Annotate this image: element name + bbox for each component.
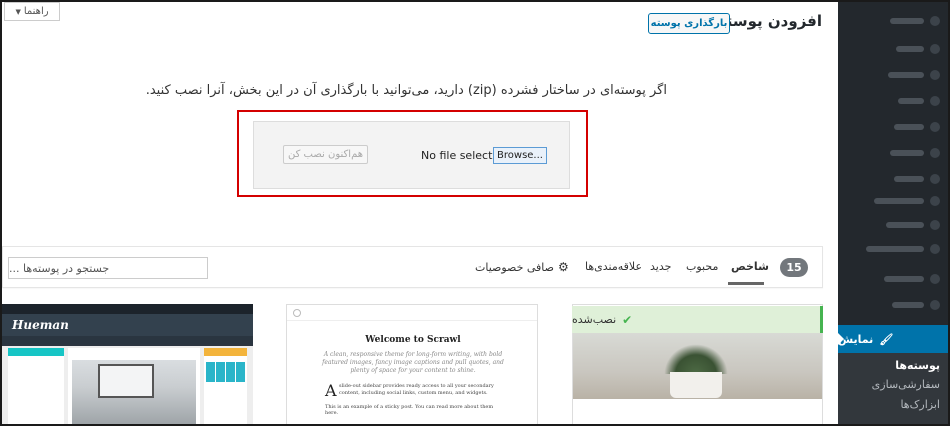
preview-teal-bar [8, 348, 64, 356]
tab-favorites[interactable]: علاقه‌مندی‌ها [585, 260, 642, 273]
upload-theme-button[interactable]: بارگذاری پوسته [648, 13, 730, 34]
tab-latest[interactable]: جدید [650, 260, 671, 273]
sidebar-item-downloads[interactable] [838, 188, 950, 214]
preview-header: Hueman [2, 314, 253, 336]
sidebar-item-media[interactable] [838, 88, 950, 114]
theme-card-scrawl[interactable]: Welcome to Scrawl A clean, responsive th… [286, 304, 538, 426]
sidebar-item-products[interactable] [838, 266, 950, 292]
search-input[interactable]: جستجو در پوسته‌ها ... [8, 257, 208, 279]
theme-count-badge: 15 [780, 258, 808, 277]
installed-status-bar: ✔ نصب‌شده [572, 306, 823, 333]
main-content: راهنما ▼ افزودن پوسته‌ها بارگذاری پوسته … [0, 0, 838, 426]
sidebar-subitem-widgets[interactable]: ابزارک‌ها [838, 398, 950, 411]
chevron-down-icon: ▼ [15, 7, 21, 16]
upload-description: اگر پوسته‌ای در ساختار فشرده (zip) دارید… [145, 83, 667, 98]
media-icon [930, 96, 940, 106]
sidebar-item-products-2[interactable] [838, 292, 950, 318]
sidebar-item-appearance[interactable]: 🖌 نمایش [838, 325, 950, 353]
sidebar-item-label [896, 46, 924, 52]
help-tab-label: راهنما [23, 6, 49, 17]
scrawl-logo-icon [293, 309, 301, 317]
support-icon [930, 244, 940, 254]
preview-nav [2, 336, 253, 344]
preview-topbar [287, 305, 537, 321]
sidebar-item-wp-quiz[interactable] [838, 62, 950, 88]
plant-pot [670, 372, 722, 398]
pin-icon [930, 44, 940, 54]
preview-tagline: A clean, responsive theme for long-form … [322, 351, 504, 374]
tab-feature-filter[interactable]: ⚙ صافی خصوصیات [475, 260, 569, 274]
page-icon [930, 148, 940, 158]
preview-right-column [204, 348, 247, 426]
paintbrush-icon: 🖌 [879, 332, 894, 346]
theme-card-hueman[interactable]: Hueman [2, 304, 253, 426]
sidebar-item-posts[interactable] [838, 36, 950, 62]
tab-featured[interactable]: شاخص [731, 260, 769, 273]
preview-yellow-bar [204, 348, 247, 356]
sidebar-item-label [890, 150, 924, 156]
plant-leaves [664, 344, 728, 374]
preview-tiles [206, 362, 246, 382]
quiz-icon [930, 70, 940, 80]
check-icon: ✔ [622, 312, 633, 327]
preview-excerpt-2: This is an example of a sticky post. You… [325, 404, 494, 416]
sidebar-subitem-customize[interactable]: سفارشی‌سازی [838, 378, 950, 391]
cart-icon [930, 274, 940, 284]
active-menu-arrow [838, 333, 844, 345]
sidebar-item-label [898, 98, 924, 104]
preview-window [98, 364, 154, 398]
preview-welcome-title: Welcome to Scrawl [365, 335, 461, 345]
sidebar-item-label [894, 124, 924, 130]
help-tab[interactable]: راهنما ▼ [4, 2, 60, 21]
gear-icon: ⚙ [558, 260, 569, 274]
sidebar-item-label [886, 222, 924, 228]
preview-dropcap: A [325, 381, 337, 400]
sidebar-item-pages[interactable] [838, 140, 950, 166]
hueman-logo: Hueman [12, 318, 69, 332]
sidebar-item-label [866, 246, 924, 252]
comment-icon [930, 174, 940, 184]
sidebar-item-dashboard[interactable] [838, 8, 950, 34]
mail-icon [930, 220, 940, 230]
sidebar-subitem-themes[interactable]: پوسته‌ها [838, 359, 950, 372]
tab-popular[interactable]: محبوب [686, 260, 718, 273]
sidebar-item-label [894, 176, 924, 182]
sidebar-item-label [892, 302, 924, 308]
sidebar-item-label [890, 18, 924, 24]
dashboard-icon [930, 16, 940, 26]
sidebar-item-contact[interactable] [838, 212, 950, 238]
install-now-button[interactable]: هم‌اکنون نصب کن [283, 145, 368, 164]
feature-filter-label: صافی خصوصیات [475, 260, 555, 274]
preview-left-column [8, 348, 64, 426]
sidebar-item-label [874, 198, 924, 204]
sidebar-item-links[interactable] [838, 114, 950, 140]
sidebar-item-label [884, 276, 924, 282]
preview-topbar [2, 304, 253, 314]
installed-label: نصب‌شده [572, 313, 617, 326]
sidebar-item-label [888, 72, 924, 78]
link-icon [930, 122, 940, 132]
browse-button[interactable]: Browse... [493, 147, 547, 164]
sidebar-item-support-plus[interactable] [838, 236, 950, 262]
preview-excerpt: slide-out sidebar provides ready access … [339, 383, 494, 396]
active-tab-indicator [728, 282, 764, 285]
download-icon [930, 196, 940, 206]
box-icon [930, 300, 940, 310]
